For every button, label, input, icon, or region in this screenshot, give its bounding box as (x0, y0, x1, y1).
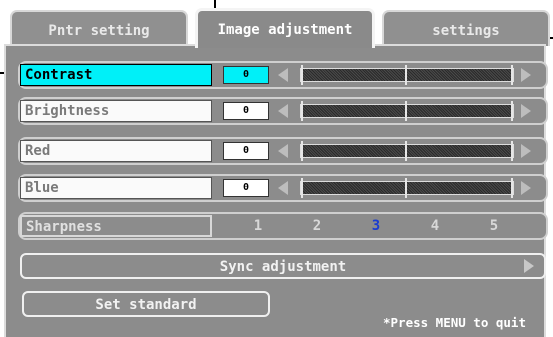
slider-tick-center (405, 101, 407, 121)
sharpness-option-1[interactable]: 1 (243, 214, 273, 238)
triangle-left-icon[interactable] (278, 68, 288, 82)
red-value[interactable]: 0 (223, 142, 269, 160)
brightness-value[interactable]: 0 (223, 102, 269, 120)
triangle-left-icon[interactable] (278, 104, 288, 118)
slider-tick-center (405, 141, 407, 161)
quit-hint: *Press MENU to quit (383, 315, 526, 330)
red-label: Red (20, 140, 212, 162)
slider-tick (511, 65, 513, 85)
triangle-right-icon[interactable] (521, 104, 531, 118)
slider-tick-center (405, 178, 407, 198)
sharpness-option-5[interactable]: 5 (479, 214, 509, 238)
red-slider[interactable] (300, 141, 514, 161)
slider-tick (301, 65, 303, 85)
slider-tick (511, 101, 513, 121)
slider-tick (301, 101, 303, 121)
brightness-label: Brightness (20, 100, 212, 122)
triangle-left-icon[interactable] (278, 144, 288, 158)
sync-adjustment-button[interactable]: Sync adjustment (20, 253, 546, 279)
blue-value[interactable]: 0 (223, 179, 269, 197)
sharpness-option-4[interactable]: 4 (420, 214, 450, 238)
slider-tick (511, 178, 513, 198)
tab-image-adjustment[interactable]: Image adjustment (195, 8, 375, 48)
sync-adjustment-label: Sync adjustment (219, 259, 347, 275)
contrast-label: Contrast (20, 64, 212, 86)
slider-tick (511, 141, 513, 161)
sharpness-option-3[interactable]: 3 (361, 214, 391, 238)
triangle-right-icon[interactable] (521, 144, 531, 158)
sharpness-option-2[interactable]: 2 (302, 214, 332, 238)
blue-label: Blue (20, 177, 212, 199)
sharpness-label: Sharpness (20, 215, 212, 237)
contrast-slider[interactable] (300, 65, 514, 85)
contrast-value[interactable]: 0 (223, 66, 269, 84)
tab-settings[interactable]: settings (382, 10, 550, 46)
slider-tick-center (405, 65, 407, 85)
triangle-left-icon[interactable] (278, 181, 288, 195)
triangle-right-icon[interactable] (521, 181, 531, 195)
triangle-right-icon[interactable] (521, 68, 531, 82)
sharpness-options: 1 2 3 4 5 (240, 214, 520, 238)
tab-pntr-setting[interactable]: Pntr setting (10, 10, 188, 46)
blue-slider[interactable] (300, 178, 514, 198)
set-standard-button[interactable]: Set standard (22, 291, 270, 317)
set-standard-label: Set standard (95, 297, 197, 313)
slider-tick (301, 178, 303, 198)
brightness-slider[interactable] (300, 101, 514, 121)
slider-tick (301, 141, 303, 161)
sync-arrow-icon[interactable] (524, 259, 534, 273)
